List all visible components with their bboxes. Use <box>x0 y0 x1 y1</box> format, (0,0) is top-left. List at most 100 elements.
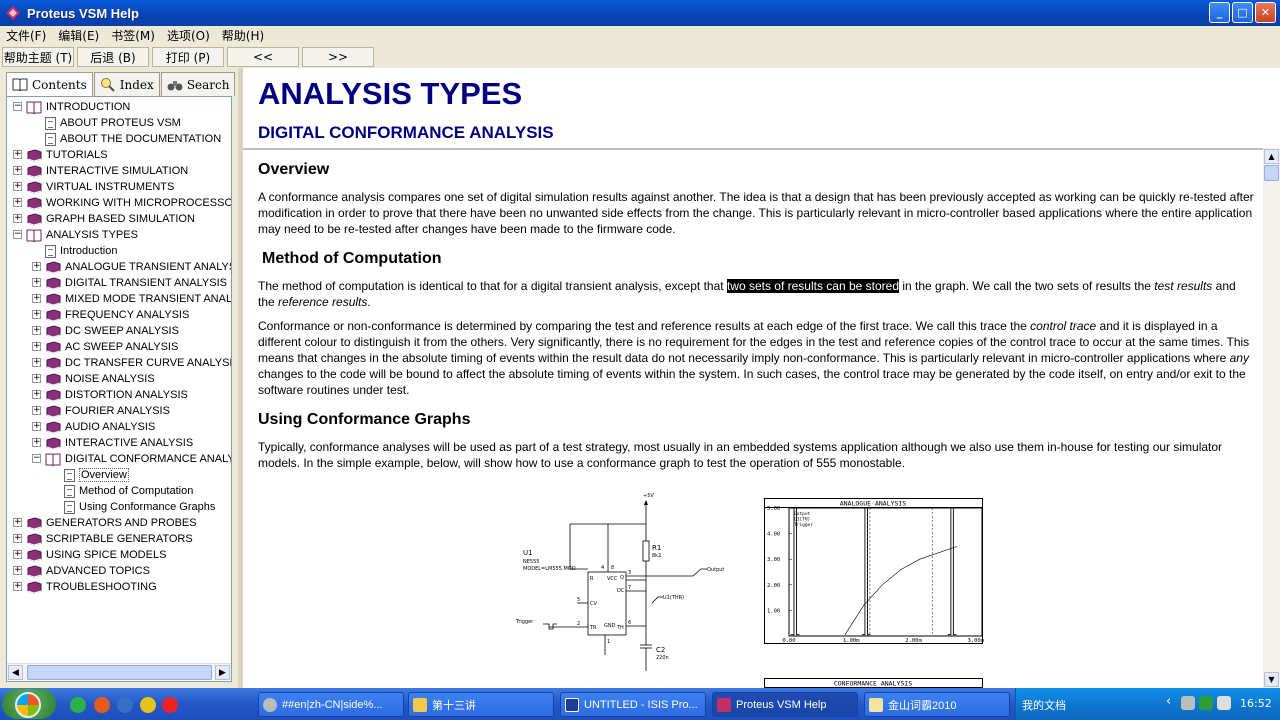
scroll-thumb[interactable] <box>27 665 212 680</box>
tray-volume-icon[interactable] <box>1217 696 1231 710</box>
tree-expander[interactable]: + <box>13 182 22 191</box>
tree-expander[interactable]: + <box>13 150 22 159</box>
tree-item[interactable]: AC SWEEP ANALYSIS <box>45 339 178 355</box>
tree-item[interactable]: AUDIO ANALYSIS <box>45 419 155 435</box>
task-proteus-help[interactable]: Proteus VSM Help <box>712 692 858 717</box>
tool-quicklaunch-icon[interactable] <box>140 697 156 713</box>
tab-contents[interactable]: Contents <box>6 72 93 96</box>
tree-expander[interactable]: + <box>13 550 22 559</box>
menu-bookmark[interactable]: 书签(M) <box>105 27 161 44</box>
scroll-left-icon[interactable]: ◀ <box>8 665 23 680</box>
tree-item[interactable]: DIGITAL TRANSIENT ANALYSIS <box>45 275 227 291</box>
tree-item[interactable]: Using Conformance Graphs <box>64 499 215 515</box>
menu-file[interactable]: 文件(F) <box>0 27 52 44</box>
tree-expander[interactable]: − <box>13 230 22 239</box>
tree-expander[interactable]: + <box>13 534 22 543</box>
next-topic-button[interactable]: >> <box>302 47 374 67</box>
close-button[interactable]: ✕ <box>1255 2 1276 23</box>
tree-item[interactable]: FREQUENCY ANALYSIS <box>45 307 189 323</box>
tab-index[interactable]: Index <box>93 72 160 96</box>
app-quicklaunch-icon[interactable] <box>94 697 110 713</box>
maximize-button[interactable]: □ <box>1232 2 1253 23</box>
tree-expander[interactable]: + <box>32 374 41 383</box>
menu-edit[interactable]: 编辑(E) <box>52 27 105 44</box>
prev-topic-button[interactable]: << <box>227 47 299 67</box>
task-dictionary[interactable]: 金山词霸2010 <box>864 692 1010 717</box>
tree-item[interactable]: MIXED MODE TRANSIENT ANALYSIS <box>45 291 231 307</box>
tree-item[interactable]: GENERATORS AND PROBES <box>26 515 197 531</box>
tree-horizontal-scrollbar[interactable]: ◀ ▶ <box>7 663 231 680</box>
tree-expander[interactable]: + <box>13 566 22 575</box>
minimize-button[interactable]: _ <box>1209 2 1230 23</box>
tree-expander[interactable]: + <box>13 214 22 223</box>
tree-item[interactable]: INTERACTIVE SIMULATION <box>26 163 188 179</box>
tree-expander[interactable]: + <box>32 390 41 399</box>
scroll-up-icon[interactable]: ▲ <box>1264 149 1279 164</box>
task-isis[interactable]: UNTITLED - ISIS Pro... <box>560 692 706 717</box>
tree-expander[interactable]: + <box>32 262 41 271</box>
tree-item[interactable]: TROUBLESHOOTING <box>26 579 157 595</box>
tree-item[interactable]: NOISE ANALYSIS <box>45 371 155 387</box>
explorer-quicklaunch-icon[interactable] <box>117 697 133 713</box>
tree-item[interactable]: INTRODUCTION <box>26 99 130 115</box>
tree-expander[interactable]: + <box>32 294 41 303</box>
tree-expander[interactable]: + <box>13 166 22 175</box>
tree-expander[interactable]: − <box>32 454 41 463</box>
tree-expander[interactable]: + <box>13 582 22 591</box>
scroll-thumb[interactable] <box>1264 165 1279 181</box>
tree-expander[interactable]: + <box>32 422 41 431</box>
tree-item[interactable]: TUTORIALS <box>26 147 108 163</box>
start-button[interactable] <box>2 689 56 719</box>
tree-item[interactable]: GRAPH BASED SIMULATION <box>26 211 195 227</box>
tree-item[interactable]: USING SPICE MODELS <box>26 547 166 563</box>
tree-item[interactable]: ANALOGUE TRANSIENT ANALYSIS <box>45 259 231 275</box>
tree-expander[interactable]: − <box>13 102 22 111</box>
tree-item[interactable]: ABOUT THE DOCUMENTATION <box>45 131 221 147</box>
tree-item[interactable]: DC TRANSFER CURVE ANALYSIS <box>45 355 231 371</box>
tree-item-label: GENERATORS AND PROBES <box>46 517 197 529</box>
tree-expander[interactable]: + <box>13 198 22 207</box>
tree-expander[interactable]: + <box>32 438 41 447</box>
tree-expander[interactable]: + <box>32 358 41 367</box>
tree-expander[interactable]: + <box>32 406 41 415</box>
tree-item[interactable]: Introduction <box>45 243 117 259</box>
tree-item[interactable]: DISTORTION ANALYSIS <box>45 387 188 403</box>
tree-expander[interactable]: + <box>32 278 41 287</box>
tree-item[interactable]: ADVANCED TOPICS <box>26 563 150 579</box>
tree-item[interactable]: DC SWEEP ANALYSIS <box>45 323 179 339</box>
task-browser[interactable]: ##en|zh-CN|side%... <box>258 692 404 717</box>
print-button[interactable]: 打印 (P) <box>152 47 224 67</box>
tree-item[interactable]: ANALYSIS TYPES <box>26 227 138 243</box>
task-folder[interactable]: 第十三讲 <box>408 692 554 717</box>
tree-expander[interactable]: + <box>32 310 41 319</box>
scroll-right-icon[interactable]: ▶ <box>215 665 230 680</box>
tree-expander[interactable]: + <box>32 342 41 351</box>
tree-item[interactable]: SCRIPTABLE GENERATORS <box>26 531 193 547</box>
scroll-down-icon[interactable]: ▼ <box>1264 672 1279 687</box>
tray-security-icon[interactable] <box>1199 696 1213 710</box>
tree-item[interactable]: Method of Computation <box>64 483 193 499</box>
tree-expander[interactable]: + <box>32 326 41 335</box>
tab-search[interactable]: Search <box>160 72 236 96</box>
content-vertical-scrollbar[interactable]: ▲ ▼ <box>1263 148 1280 688</box>
tree-item[interactable]: Overview <box>64 467 129 483</box>
qq-quicklaunch-icon[interactable] <box>162 697 178 713</box>
tree-item[interactable]: DIGITAL CONFORMANCE ANALYSIS <box>45 451 231 467</box>
tray-app-icon[interactable] <box>1181 696 1195 710</box>
tray-expand-icon[interactable]: ‹ <box>1166 694 1171 709</box>
menu-help[interactable]: 帮助(H) <box>216 27 270 44</box>
help-topics-button[interactable]: 帮助主题 (T) <box>2 47 74 67</box>
dictionary-icon <box>869 697 883 712</box>
task-label: ##en|zh-CN|side%... <box>282 698 383 711</box>
tree-item[interactable]: VIRTUAL INSTRUMENTS <box>26 179 174 195</box>
tree-item[interactable]: WORKING WITH MICROPROCESSORS <box>26 195 231 211</box>
tree-item[interactable]: INTERACTIVE ANALYSIS <box>45 435 193 451</box>
my-documents-toolbar[interactable]: 我的文档 <box>1022 697 1066 713</box>
tree-expander[interactable]: + <box>13 518 22 527</box>
menu-options[interactable]: 选项(O) <box>161 27 216 44</box>
back-button[interactable]: 后退 (B) <box>77 47 149 67</box>
selected-text[interactable]: two sets of results can be stored <box>726 279 900 293</box>
browser-quicklaunch-icon[interactable] <box>70 697 86 713</box>
tree-item[interactable]: ABOUT PROTEUS VSM <box>45 115 181 131</box>
tree-item[interactable]: FOURIER ANALYSIS <box>45 403 170 419</box>
